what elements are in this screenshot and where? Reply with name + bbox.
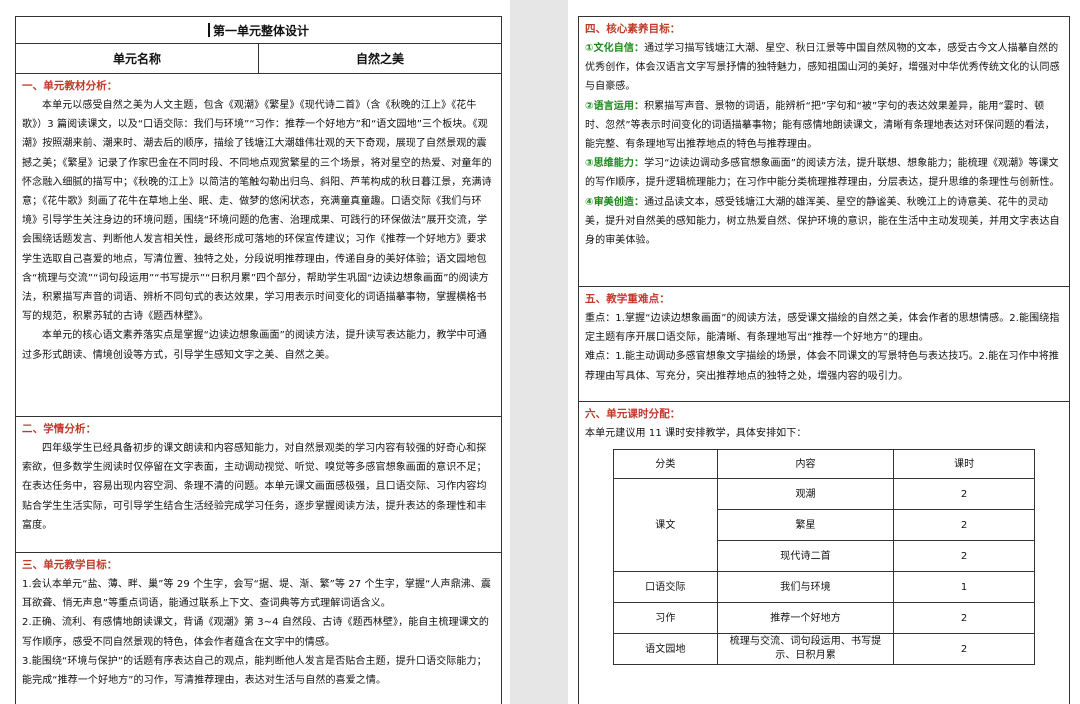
periods-cell: 2 [893,540,1035,573]
right-design-table: 四、核心素养目标： ①文化自信：通过学习描写钱塘江大潮、星空、秋日江景等中国自然… [578,16,1070,704]
literacy-text: 学习“边读边调动多感官想象画面”的阅读方法，提升联想、想象能力；能梳理《观潮》等… [585,158,1060,189]
goal-item: 3.能围绕“环境与保护”的话题有序表达自己的观点，能判断他人发言是否贴合主题，提… [22,655,487,687]
left-page: 第一单元整体设计 单元名称 自然之美 一、单元教材分析： 本单元以感受自然之美为… [0,0,510,704]
goal-item: 2.正确、流利、有感情地朗读课文，背诵《观潮》第 3~4 自然段、古诗《题西林壁… [22,617,490,648]
literacy-item: ①文化自信：通过学习描写钱塘江大潮、星空、秋日江景等中国自然风物的文本，感受古今… [585,39,1063,97]
literacy-text: 积累描写声音、景物的词语，能辨析“把”字句和“被”字句的表达效果差异，能用“霎时… [585,100,1055,151]
section-title: 一、单元教材分析： [22,80,118,92]
difficult-points: 难点：1.能主动调动多感官想象文字描绘的场景，体会不同课文的写景特色与表达技巧。… [585,351,1059,382]
header-category: 分类 [613,449,718,480]
right-page: 四、核心素养目标： ①文化自信：通过学习描写钱塘江大潮、星空、秋日江景等中国自然… [568,0,1080,704]
literacy-item: ③思维能力：学习“边读边调动多感官想象画面”的阅读方法，提升联想、想象能力；能梳… [585,154,1063,192]
literacy-text: 通过品读文本，感受钱塘江大潮的雄浑美、星空的静谧美、秋晚江上的诗意美、花牛的灵动… [585,196,1060,247]
content-cell: 现代诗二首 [716,540,895,573]
literacy-text: 通过学习描写钱塘江大潮、星空、秋日江景等中国自然风物的文本，感受古今文人描摹自然… [585,43,1060,93]
paragraph: 四年级学生已经具备初步的课文朗读和内容感知能力，对自然景观类的学习内容有较强的好… [22,443,487,531]
literacy-item: ②语言运用：积累描写声音、景物的词语，能辨析“把”字句和“被”字句的表达效果差异… [585,97,1063,155]
literacy-tag: ②语言运用： [585,100,645,112]
header-content: 内容 [716,449,895,480]
section-title: 四、核心素养目标： [585,23,681,35]
allocation-table-wrap: 分类 内容 课时 课文 观潮 2 繁星 2 现代诗二首 2 口语交际 我们与环境… [613,449,1035,666]
category-cell: 习作 [613,602,718,635]
literacy-tag: ③思维能力： [585,158,645,170]
content-cell: 梳理与交流、词句段运用、书写提示、日积月累 [716,633,895,666]
table-row: 课文 观潮 2 [613,478,1035,573]
allocation-intro: 本单元建议用 11 课时安排教学，具体安排如下： [585,428,807,439]
key-points: 重点：1.掌握“边读边想象画面”的阅读方法，感受课文描绘的自然之美，体会作者的思… [585,313,1060,344]
periods-cell: 2 [893,478,1035,511]
section-period-allocation: 六、单元课时分配： 本单元建议用 11 课时安排教学，具体安排如下： 分类 内容… [579,402,1069,669]
literacy-tag: ①文化自信： [585,43,645,54]
paragraph: 本单元的核心语文素养落实点是掌握“边读边想象画面”的阅读方法，提升读写表达能力，… [22,330,487,361]
category-cell: 语文园地 [613,633,718,666]
section-core-literacy: 四、核心素养目标： ①文化自信：通过学习描写钱塘江大潮、星空、秋日江景等中国自然… [579,17,1069,287]
section-title: 六、单元课时分配： [585,408,681,420]
left-design-table: 第一单元整体设计 单元名称 自然之美 一、单元教材分析： 本单元以感受自然之美为… [15,16,502,704]
content-cell: 我们与环境 [716,571,895,604]
literacy-item: ④审美创造：通过品读文本，感受钱塘江大潮的雄浑美、星空的静谧美、秋晚江上的诗意美… [585,193,1063,251]
unit-name-row: 单元名称 自然之美 [16,44,501,74]
section-title: 二、学情分析： [22,423,97,435]
section-teaching-goals: 三、单元教学目标： 1.会认本单元“盐、薄、畔、巢”等 29 个生字，会写“据、… [16,553,501,694]
literacy-tag: ④审美创造： [585,196,645,208]
content-cell: 观潮 [716,478,895,511]
table-header-row: 分类 内容 课时 [613,449,1035,480]
goal-item: 1.会认本单元“盐、薄、畔、巢”等 29 个生字，会写“据、堤、渐、繁”等 27… [22,579,492,610]
section-title: 五、教学重难点： [585,293,670,305]
paragraph: 本单元以感受自然之美为人文主题，包含《观潮》《繁星》《现代诗二首》（含《秋晚的江… [22,100,492,323]
section-title: 三、单元教学目标： [22,559,118,571]
periods-cell: 1 [893,571,1035,604]
design-title: 第一单元整体设计 [212,23,309,38]
content-cell: 繁星 [716,509,895,542]
allocation-table: 分类 内容 课时 课文 观潮 2 繁星 2 现代诗二首 2 口语交际 我们与环境… [613,449,1035,666]
unit-name-label: 单元名称 [16,44,259,73]
table-row: 口语交际 我们与环境 1 [613,571,1035,604]
section-learner-analysis: 二、学情分析： 四年级学生已经具备初步的课文朗读和内容感知能力，对自然景观类的学… [16,417,501,553]
category-cell: 口语交际 [613,571,718,604]
design-title-row: 第一单元整体设计 [16,17,501,44]
text-cursor [207,23,210,37]
header-periods: 课时 [893,449,1035,480]
section-material-analysis: 一、单元教材分析： 本单元以感受自然之美为人文主题，包含《观潮》《繁星》《现代诗… [16,74,501,417]
unit-name-value: 自然之美 [355,52,404,66]
periods-cell: 2 [893,602,1035,635]
table-row: 习作 推荐一个好地方 2 [613,602,1035,635]
category-cell: 课文 [613,478,718,573]
periods-cell: 2 [893,509,1035,542]
periods-cell: 2 [893,633,1035,666]
section-key-difficult-points: 五、教学重难点： 重点：1.掌握“边读边想象画面”的阅读方法，感受课文描绘的自然… [579,287,1069,402]
table-row: 语文园地 梳理与交流、词句段运用、书写提示、日积月累 2 [613,633,1035,666]
content-cell: 推荐一个好地方 [716,602,895,635]
